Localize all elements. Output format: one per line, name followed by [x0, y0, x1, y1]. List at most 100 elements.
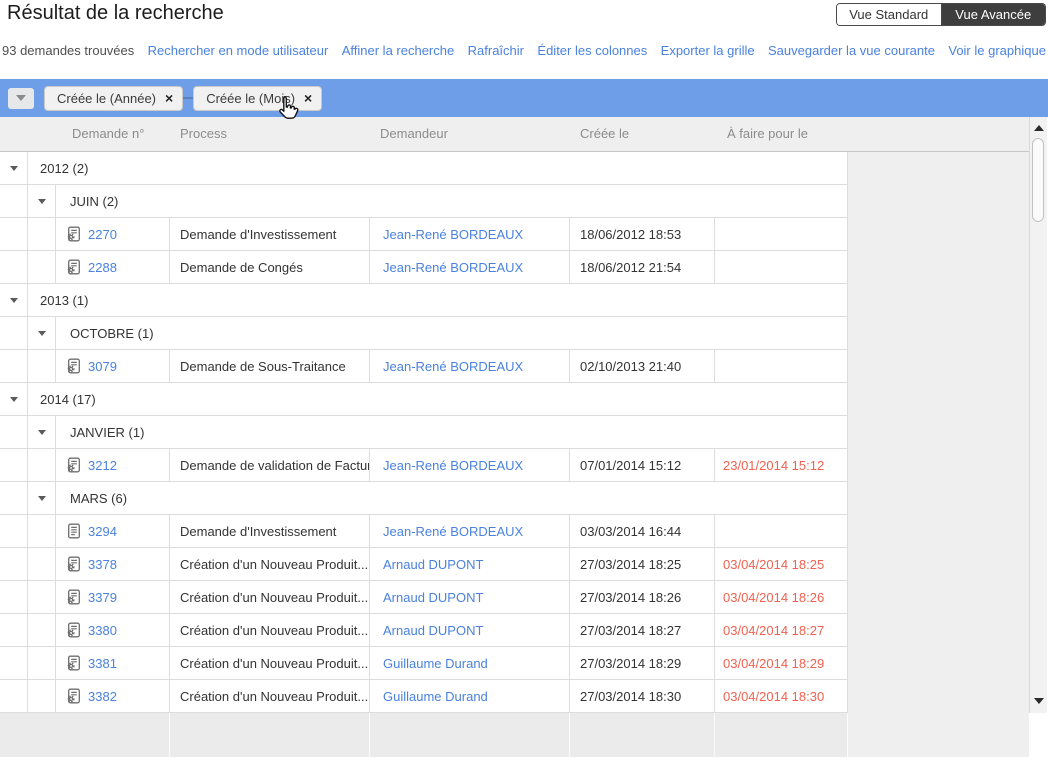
doc-gear-icon	[66, 259, 82, 275]
column-header[interactable]: Demandeur	[380, 117, 448, 151]
indent-cell	[28, 680, 56, 712]
request-number-link[interactable]: 3382	[88, 689, 117, 704]
request-number-link[interactable]: 3294	[88, 524, 117, 539]
toolbar-link[interactable]: Rechercher en mode utilisateur	[148, 43, 329, 58]
due-date: 23/01/2014 15:12	[723, 457, 825, 473]
doc-gear-icon	[66, 556, 82, 572]
column-header[interactable]: Process	[180, 117, 227, 151]
arrow-down-icon	[1033, 697, 1044, 704]
requester-cell: Jean-René BORDEAUX	[370, 251, 570, 283]
table-row[interactable]: 2270 Demande d'Investissement Jean-René BO…	[0, 218, 848, 251]
request-number-cell: 3378	[56, 548, 170, 580]
requester-link[interactable]: Arnaud DUPONT	[383, 590, 483, 605]
group-options-button[interactable]	[8, 87, 34, 109]
request-number-link[interactable]: 3380	[88, 623, 117, 638]
request-number-link[interactable]: 3379	[88, 590, 117, 605]
created-date: 27/03/2014 18:29	[580, 655, 682, 671]
requester-link[interactable]: Jean-René BORDEAUX	[383, 227, 523, 242]
column-header[interactable]: Créée le	[580, 117, 629, 151]
created-date: 18/06/2012 18:53	[580, 226, 682, 242]
request-number-link[interactable]: 3381	[88, 656, 117, 671]
doc-gear-icon	[66, 589, 82, 605]
toolbar-link[interactable]: Voir le graphique	[948, 43, 1046, 58]
requester-link[interactable]: Jean-René BORDEAUX	[383, 359, 523, 374]
request-number-cell: 2270	[56, 218, 170, 250]
doc-gear-icon	[66, 622, 82, 638]
table-row[interactable]: 3079 Demande de Sous-Traitance Jean-René B…	[0, 350, 848, 383]
requester-link[interactable]: Guillaume Durand	[383, 689, 488, 704]
requester-link[interactable]: Arnaud DUPONT	[383, 623, 483, 638]
requester-link[interactable]: Guillaume Durand	[383, 656, 488, 671]
request-number-link[interactable]: 2270	[88, 227, 117, 242]
requester-link[interactable]: Jean-René BORDEAUX	[383, 524, 523, 539]
collapse-toggle-icon[interactable]	[9, 165, 18, 171]
request-number-link[interactable]: 3212	[88, 458, 117, 473]
indent-cell	[0, 449, 28, 481]
request-number-link[interactable]: 2288	[88, 260, 117, 275]
due-cell: 03/04/2014 18:30	[715, 680, 848, 712]
table-row[interactable]: 3382 Création d'un Nouveau Produit... Guil…	[0, 680, 848, 713]
table-row[interactable]: 2288 Demande de Congés Jean-René BORDEAUX 1…	[0, 251, 848, 284]
doc-gear-icon	[66, 655, 82, 671]
process-label: Demande de Sous-Traitance	[180, 358, 346, 374]
request-number-cell: 3379	[56, 581, 170, 613]
indent-cell	[28, 449, 56, 481]
collapse-toggle-icon[interactable]	[37, 198, 46, 204]
requester-link[interactable]: Jean-René BORDEAUX	[383, 458, 523, 473]
remove-chip-icon[interactable]: ×	[165, 91, 173, 105]
table-row[interactable]: 3380 Création d'un Nouveau Produit... Arna…	[0, 614, 848, 647]
collapse-toggle-icon[interactable]	[9, 297, 18, 303]
column-header[interactable]: Demande n°	[72, 117, 144, 151]
collapse-toggle-icon[interactable]	[37, 330, 46, 336]
requester-link[interactable]: Arnaud DUPONT	[383, 557, 483, 572]
scroll-down-button[interactable]	[1030, 692, 1047, 709]
collapse-toggle-icon[interactable]	[37, 429, 46, 435]
toolbar-link[interactable]: Affiner la recherche	[342, 43, 455, 58]
due-cell	[715, 218, 848, 250]
group-chip[interactable]: Créée le (Mois) ×	[193, 85, 323, 111]
table-row[interactable]: 3294 Demande d'Investissement Jean-René BO…	[0, 515, 848, 548]
requester-cell: Guillaume Durand	[370, 680, 570, 712]
indent-cell	[28, 515, 56, 547]
page-title: Résultat de la recherche	[7, 2, 224, 24]
scroll-up-button[interactable]	[1030, 119, 1047, 136]
group-chip[interactable]: Créée le (Année) ×	[44, 85, 184, 111]
toolbar-link[interactable]: Rafraîchir	[468, 43, 524, 58]
toolbar-link[interactable]: Sauvegarder la vue courante	[768, 43, 935, 58]
indent-cell	[0, 251, 28, 283]
process-cell: Demande d'Investissement	[170, 218, 370, 250]
expander-cell	[28, 317, 56, 349]
remove-chip-icon[interactable]: ×	[304, 91, 312, 105]
group-cell: 2014 (17)	[28, 383, 848, 415]
indent-cell	[0, 218, 28, 250]
request-number-cell: 3381	[56, 647, 170, 679]
toolbar-link[interactable]: Exporter la grille	[661, 43, 755, 58]
requester-link[interactable]: Jean-René BORDEAUX	[383, 260, 523, 275]
vertical-scrollbar[interactable]	[1029, 117, 1047, 713]
table-row[interactable]: 3381 Création d'un Nouveau Produit... Guil…	[0, 647, 848, 680]
group-label: 2014 (17)	[40, 391, 96, 407]
process-cell: Création d'un Nouveau Produit...	[170, 647, 370, 679]
requester-cell: Jean-René BORDEAUX	[370, 449, 570, 481]
request-number-link[interactable]: 3079	[88, 359, 117, 374]
table-row[interactable]: 3379 Création d'un Nouveau Produit... Arna…	[0, 581, 848, 614]
column-header[interactable]: À faire pour le	[727, 117, 808, 151]
table-row[interactable]: 3378 Création d'un Nouveau Produit... Arna…	[0, 548, 848, 581]
toolbar-link[interactable]: Éditer les colonnes	[537, 43, 647, 58]
view-toggle-option-avancee[interactable]: Vue Avancée	[940, 4, 1045, 25]
request-number-link[interactable]: 3378	[88, 557, 117, 572]
scrollbar-thumb[interactable]	[1032, 138, 1044, 222]
collapse-toggle-icon[interactable]	[9, 396, 18, 402]
created-cell: 07/01/2014 15:12	[570, 449, 715, 481]
expander-cell	[28, 416, 56, 448]
group-row-year: 2013 (1)	[0, 284, 848, 317]
requester-cell: Arnaud DUPONT	[370, 581, 570, 613]
collapse-toggle-icon[interactable]	[37, 495, 46, 501]
indent-cell	[28, 218, 56, 250]
indent-cell	[28, 647, 56, 679]
requester-cell: Guillaume Durand	[370, 647, 570, 679]
table-row[interactable]: 3212 Demande de validation de Facture Jean…	[0, 449, 848, 482]
app-window: Résultat de la recherche Vue Standard Vue…	[0, 0, 1048, 757]
view-toggle-option-standard[interactable]: Vue Standard	[837, 4, 941, 25]
footer-cell	[570, 713, 715, 757]
